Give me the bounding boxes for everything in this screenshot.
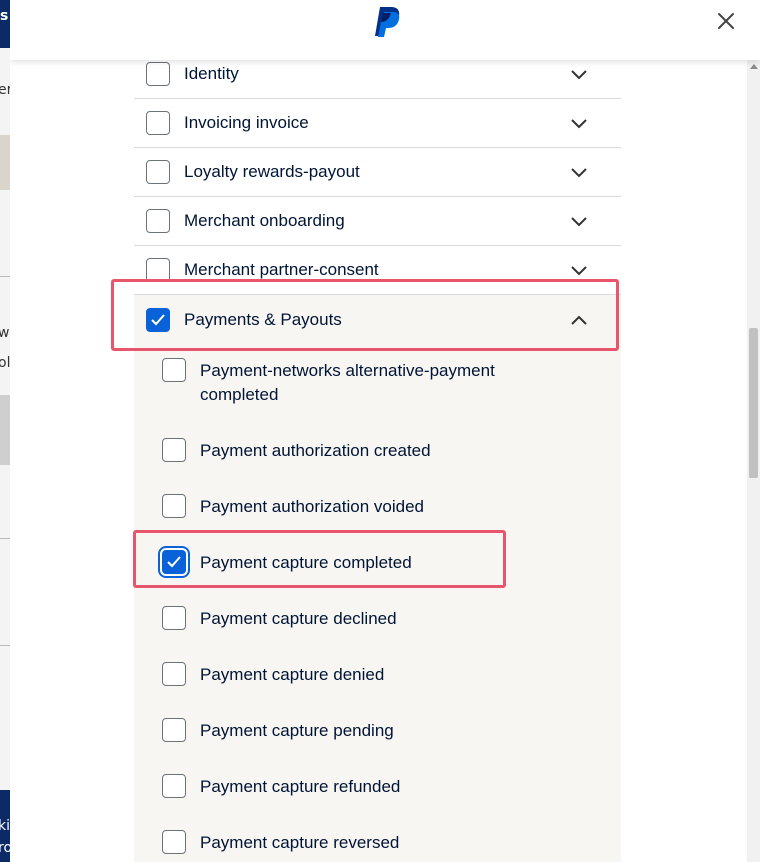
category-label: Payments & Payouts — [184, 309, 342, 329]
category-label: Loyalty rewards-payout — [184, 162, 360, 181]
category-label: Merchant partner-consent — [184, 260, 379, 279]
event-label: Payment capture declined — [200, 609, 397, 628]
webhook-events-modal: Identity Invoicing invoice Loyalty rewar… — [10, 0, 760, 862]
event-label: Payment-networks alternative-payment com… — [200, 361, 495, 404]
close-icon[interactable] — [715, 10, 737, 32]
chevron-down-icon[interactable] — [570, 166, 588, 178]
event-checkbox[interactable] — [162, 718, 186, 742]
category-row-merchant-partner-consent[interactable]: Merchant partner-consent — [134, 246, 621, 295]
category-checkbox-checked[interactable] — [146, 307, 170, 332]
category-checkbox[interactable] — [146, 62, 170, 86]
category-checkbox[interactable] — [146, 160, 170, 184]
modal-header — [10, 0, 760, 60]
paypal-logo-icon — [375, 7, 400, 37]
event-category-list: Identity Invoicing invoice Loyalty rewar… — [134, 50, 621, 344]
chevron-down-icon[interactable] — [570, 68, 588, 80]
payments-payouts-events: Payment-networks alternative-payment com… — [134, 344, 621, 862]
category-row-invoicing[interactable]: Invoicing invoice — [134, 99, 621, 148]
chevron-up-icon[interactable] — [570, 314, 588, 326]
event-checkbox[interactable] — [162, 774, 186, 798]
checkmark-icon — [151, 313, 165, 325]
background-text: ki — [0, 818, 10, 834]
event-label: Payment capture denied — [200, 665, 385, 684]
category-row-payments-payouts[interactable]: Payments & Payouts — [134, 295, 621, 344]
background-text: w — [0, 325, 10, 341]
event-label: Payment capture pending — [200, 721, 394, 740]
event-checkbox[interactable] — [162, 830, 186, 854]
chevron-down-icon[interactable] — [570, 264, 588, 276]
category-checkbox[interactable] — [146, 111, 170, 135]
category-checkbox[interactable] — [146, 258, 170, 282]
background-text: s — [0, 8, 9, 24]
category-label: Identity — [184, 64, 239, 83]
event-checkbox-checked[interactable] — [162, 550, 186, 574]
checkmark-icon — [167, 556, 181, 568]
event-checkbox[interactable] — [162, 438, 186, 462]
scrollbar[interactable] — [747, 60, 760, 862]
event-label: Payment authorization voided — [200, 497, 424, 516]
scroll-up-arrow-icon[interactable] — [750, 64, 758, 69]
category-row-loyalty[interactable]: Loyalty rewards-payout — [134, 148, 621, 197]
event-checkbox[interactable] — [162, 494, 186, 518]
event-checkbox[interactable] — [162, 662, 186, 686]
event-label: Payment capture completed — [200, 553, 412, 572]
scrollbar-thumb[interactable] — [749, 328, 758, 478]
category-label: Invoicing invoice — [184, 113, 309, 132]
event-label: Payment capture reversed — [200, 833, 400, 852]
chevron-down-icon[interactable] — [570, 117, 588, 129]
background-text: ol — [0, 355, 11, 371]
category-row-merchant-onboarding[interactable]: Merchant onboarding — [134, 197, 621, 246]
event-label: Payment capture refunded — [200, 777, 401, 796]
category-label: Merchant onboarding — [184, 211, 345, 230]
category-checkbox[interactable] — [146, 209, 170, 233]
event-label: Payment authorization created — [200, 441, 431, 460]
chevron-down-icon[interactable] — [570, 215, 588, 227]
event-checkbox[interactable] — [162, 606, 186, 630]
event-checkbox[interactable] — [162, 358, 186, 382]
